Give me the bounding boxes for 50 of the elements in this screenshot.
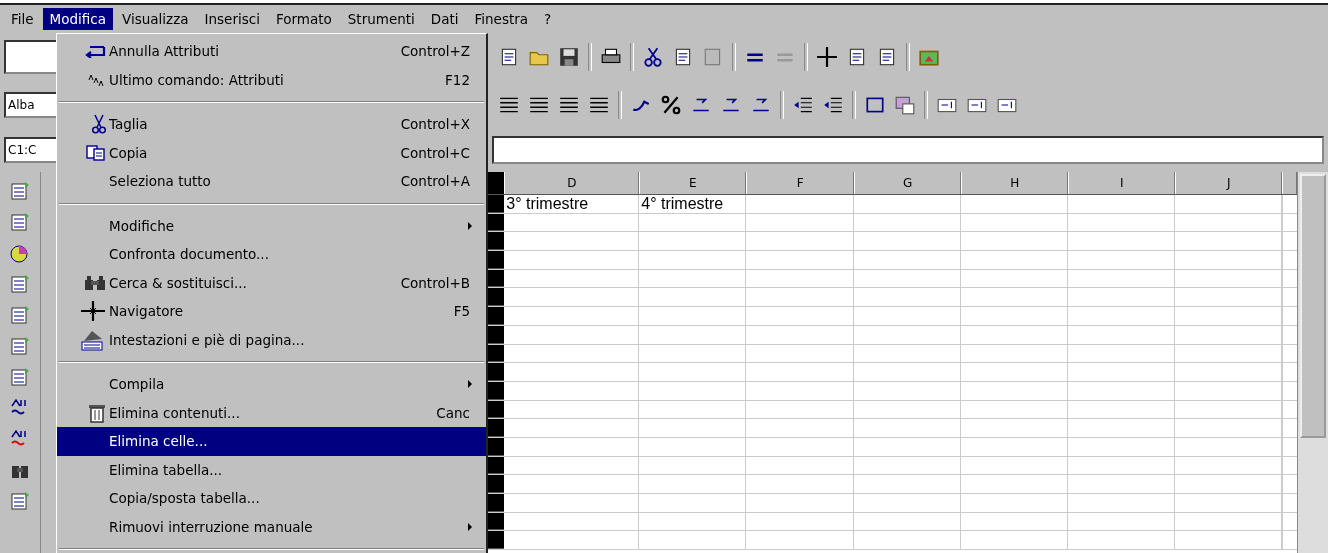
menu-title[interactable]: Visualizza	[115, 7, 196, 30]
menu-item[interactable]: Elimina celle...	[57, 427, 486, 456]
menu-item[interactable]: Annulla Attributi Control+Z	[57, 37, 486, 66]
scrollbar[interactable]	[1297, 172, 1328, 553]
scroll-thumb[interactable]	[1300, 174, 1326, 438]
submenu-arrow-icon	[468, 221, 472, 230]
column-header[interactable]: H	[961, 172, 1069, 194]
menu-item[interactable]: Intestazioni e piè di pagina...	[57, 325, 486, 354]
menu-item[interactable]: Confronta documento...	[57, 240, 486, 269]
save-icon[interactable]	[558, 46, 580, 68]
menu-item[interactable]: Ultimo comando: Attributi F12	[57, 65, 486, 94]
column-header[interactable]: E	[639, 172, 747, 194]
menu-title[interactable]: Modifica	[42, 7, 114, 30]
menu-title[interactable]: Finestra	[467, 7, 536, 30]
cell-text: 4° trimestre	[640, 195, 724, 212]
percent-icon[interactable]	[660, 94, 682, 116]
submenu-arrow-icon	[468, 522, 472, 531]
trash-icon	[88, 402, 106, 423]
pie-chart-icon[interactable]	[8, 242, 31, 264]
menu-title[interactable]: Formato	[268, 7, 339, 30]
scissors-icon	[92, 114, 106, 135]
column-header[interactable]: D	[504, 172, 640, 194]
menu-title[interactable]: File	[4, 7, 41, 30]
page-header-icon	[80, 328, 106, 351]
menu-title[interactable]: Strumenti	[340, 7, 422, 30]
menu-title[interactable]: Dati	[423, 7, 466, 30]
menu-item[interactable]: Rimuovi interruzione manuale	[57, 512, 486, 541]
menu-item[interactable]: Seleziona tutto Control+A	[57, 167, 486, 196]
menu-title[interactable]: Inserisci	[197, 7, 267, 30]
cell-text: 3° trimestre	[505, 195, 589, 212]
return-arrow-icon	[84, 44, 106, 59]
menu-item[interactable]: Modifiche	[57, 211, 486, 240]
background-icon[interactable]	[894, 94, 916, 116]
column-header[interactable]: G	[854, 172, 962, 194]
menu-title[interactable]: ?	[537, 7, 559, 30]
binoculars-icon	[84, 274, 106, 291]
scissors-icon[interactable]	[642, 46, 664, 68]
formula-field[interactable]	[492, 136, 1324, 164]
column-header[interactable]: I	[1068, 172, 1176, 194]
letters-icon	[88, 73, 106, 86]
menu-item[interactable]: Compila	[57, 370, 486, 399]
column-header[interactable]: F	[746, 172, 855, 194]
column-header[interactable]: J	[1175, 172, 1283, 194]
menu-item[interactable]: Copia/sposta tabella...	[57, 484, 486, 513]
menu-item[interactable]: Cerca & sostituisci... Control+B	[57, 268, 486, 297]
submenu-arrow-icon	[468, 380, 472, 389]
menu-item[interactable]: Navigatore F5	[57, 297, 486, 326]
menu-item[interactable]: Elimina tabella...	[57, 455, 486, 484]
menu-item[interactable]: Elimina contenuti... Canc	[57, 398, 486, 427]
crosshair-icon	[80, 300, 106, 323]
